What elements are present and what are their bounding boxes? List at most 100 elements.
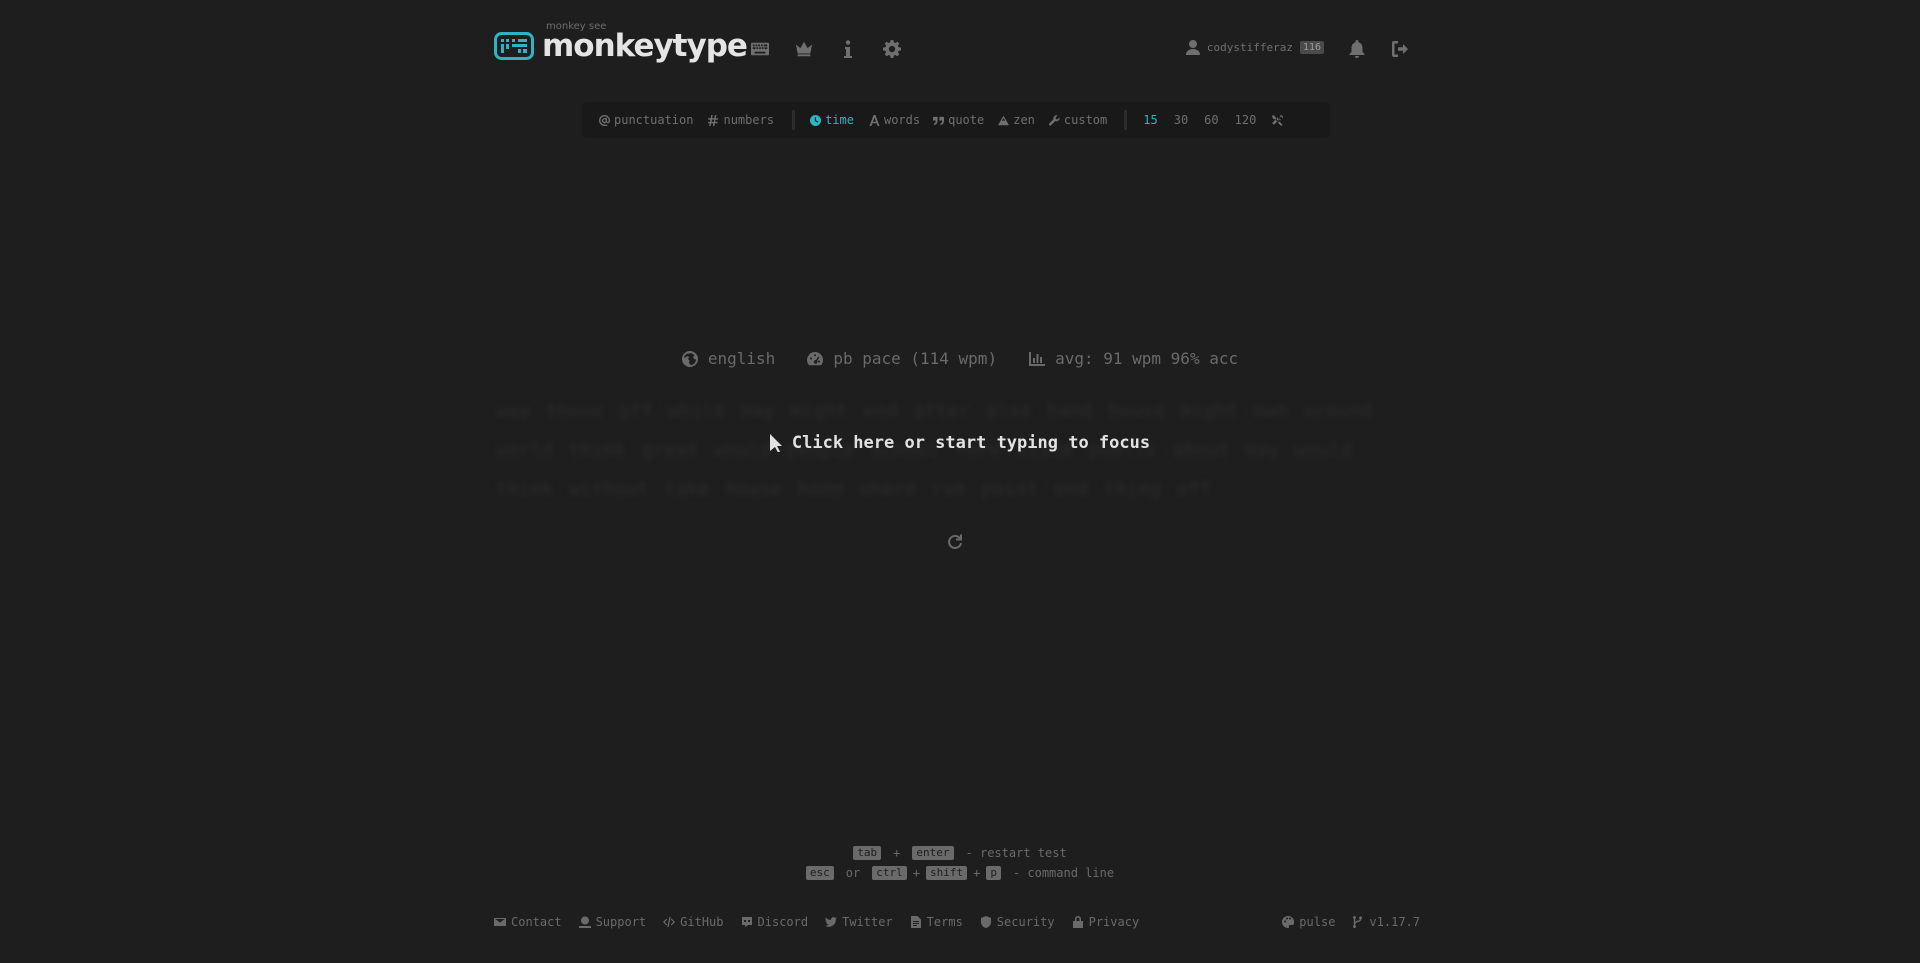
tools-icon	[1272, 114, 1284, 126]
key-enter: enter	[912, 846, 954, 860]
command-hint-text: - command line	[1012, 866, 1115, 880]
average-label: avg: 91 wpm 96% acc	[1055, 349, 1239, 368]
footer-link-label: Discord	[757, 915, 809, 929]
footer-twitter-link[interactable]: Twitter	[825, 915, 893, 929]
restart-button[interactable]	[947, 534, 967, 554]
footer-link-label: Contact	[511, 915, 562, 929]
footer-link-label: Terms	[926, 915, 963, 929]
footer-links: Contact Support GitHub Discord Twitter T…	[494, 915, 1139, 929]
footer-link-label: Support	[595, 915, 647, 929]
key-tab: tab	[853, 846, 882, 860]
font-icon	[869, 114, 880, 126]
lock-icon	[1072, 916, 1083, 928]
account-button[interactable]: codystifferaz 116	[1185, 40, 1324, 55]
footer-meta: pulse v1.17.7	[1282, 915, 1420, 929]
username: codystifferaz	[1206, 41, 1293, 54]
footer-link-label: GitHub	[680, 915, 724, 929]
language-button[interactable]: english	[681, 349, 776, 368]
custom-duration-button[interactable]	[1272, 114, 1284, 126]
shield-icon	[980, 916, 991, 928]
numbers-label: numbers	[723, 113, 775, 127]
logo-text: monkeytype	[542, 28, 748, 64]
plus-text: +	[973, 866, 981, 880]
restart-hint-text: - restart test	[965, 846, 1067, 860]
footer-link-label: Security	[996, 915, 1055, 929]
pace-label: pb pace (114 wpm)	[833, 349, 998, 368]
footer-terms-link[interactable]: Terms	[910, 915, 963, 929]
footer-github-link[interactable]: GitHub	[663, 915, 724, 929]
duration-30[interactable]: 30	[1174, 113, 1188, 127]
logo[interactable]: monkey see monkeytype	[494, 21, 748, 68]
mouse-pointer-icon	[769, 434, 782, 452]
restart-hint: tab + enter - restart test	[0, 846, 1920, 860]
test-config-bar: punctuation numbers time words quote zen…	[582, 102, 1330, 138]
version-label: v1.17.7	[1369, 915, 1420, 929]
plus-text: +	[912, 866, 920, 880]
zen-label: zen	[1013, 113, 1035, 127]
logo-tagline: monkey see	[546, 21, 607, 32]
gauge-icon	[807, 351, 824, 365]
language-label: english	[707, 349, 776, 368]
quote-label: quote	[948, 113, 985, 127]
keyboard-icon[interactable]	[749, 38, 771, 60]
user-icon	[1185, 40, 1200, 55]
footer-privacy-link[interactable]: Privacy	[1072, 915, 1140, 929]
bell-icon[interactable]	[1346, 38, 1368, 60]
footer-security-link[interactable]: Security	[980, 915, 1055, 929]
mode-time[interactable]: time	[810, 113, 854, 127]
key-p: p	[986, 866, 1001, 880]
file-icon	[910, 916, 921, 928]
level-badge: 116	[1299, 41, 1324, 54]
at-icon	[599, 114, 610, 126]
key-esc: esc	[805, 866, 834, 880]
version-button[interactable]: v1.17.7	[1352, 915, 1420, 929]
redo-icon	[948, 534, 962, 549]
punctuation-toggle[interactable]: punctuation	[599, 113, 693, 127]
envelope-icon	[494, 918, 506, 926]
wrench-icon	[1048, 114, 1060, 126]
keyboard-logo-icon	[494, 32, 534, 60]
time-label: time	[825, 113, 854, 127]
footer-link-label: Twitter	[842, 915, 893, 929]
mountain-icon	[998, 115, 1010, 125]
or-text: or	[845, 866, 861, 880]
footer-link-label: Privacy	[1088, 915, 1140, 929]
footer-contact-link[interactable]: Contact	[494, 915, 562, 929]
average-info: avg: 91 wpm 96% acc	[1029, 349, 1238, 368]
key-shift: shift	[925, 866, 968, 880]
theme-button[interactable]: pulse	[1282, 915, 1335, 929]
key-ctrl: ctrl	[872, 866, 907, 880]
punctuation-label: punctuation	[614, 113, 694, 127]
footer-discord-link[interactable]: Discord	[741, 915, 809, 929]
divider	[1124, 110, 1128, 130]
code-icon	[663, 916, 676, 928]
quote-icon	[933, 116, 945, 125]
mode-words[interactable]: words	[869, 113, 920, 127]
palette-icon	[1282, 916, 1295, 928]
info-icon[interactable]	[837, 38, 859, 60]
clock-icon	[810, 114, 822, 126]
duration-label: 60	[1204, 113, 1219, 127]
focus-message: Click here or start typing to focus	[791, 433, 1151, 453]
mode-quote[interactable]: quote	[933, 113, 984, 127]
gear-icon[interactable]	[881, 38, 903, 60]
duration-15[interactable]: 15	[1143, 113, 1157, 127]
theme-label: pulse	[1299, 915, 1336, 929]
duration-label: 15	[1143, 113, 1158, 127]
sign-out-icon[interactable]	[1390, 38, 1412, 60]
donate-icon	[578, 916, 591, 928]
crown-icon[interactable]	[793, 38, 815, 60]
footer-support-link[interactable]: Support	[578, 915, 647, 929]
mode-zen[interactable]: zen	[998, 113, 1035, 127]
mode-custom[interactable]: custom	[1048, 113, 1107, 127]
hash-icon	[708, 114, 719, 126]
numbers-toggle[interactable]: numbers	[708, 113, 774, 127]
duration-label: 120	[1234, 113, 1257, 127]
focus-overlay[interactable]: Click here or start typing to focus	[0, 433, 1920, 453]
words-label: words	[883, 113, 921, 127]
command-line-hint: esc or ctrl + shift + p - command line	[0, 866, 1920, 880]
duration-120[interactable]: 120	[1235, 113, 1257, 127]
plus-text: +	[893, 846, 901, 860]
duration-60[interactable]: 60	[1204, 113, 1218, 127]
test-info: english pb pace (114 wpm) avg: 91 wpm 96…	[0, 349, 1920, 368]
